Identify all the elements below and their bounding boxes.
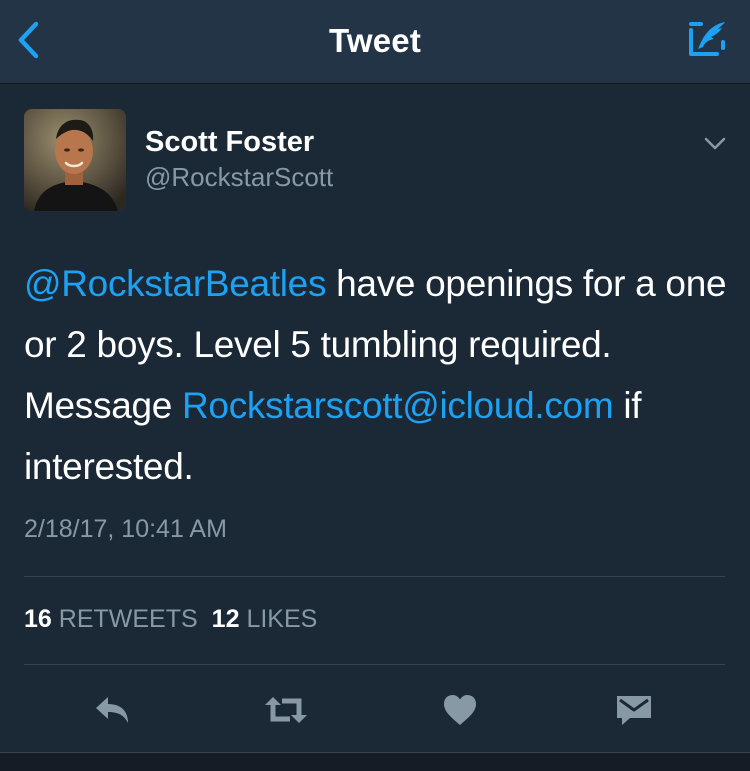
tweet-actions-bar	[0, 682, 750, 738]
likes-count: 12	[211, 605, 240, 633]
chevron-down-icon	[704, 137, 726, 150]
direct-message-button[interactable]	[606, 682, 662, 738]
compose-tweet-icon	[689, 22, 725, 56]
retweet-button[interactable]	[258, 682, 314, 738]
compose-tweet-button[interactable]	[684, 16, 732, 64]
direct-message-icon	[617, 696, 651, 725]
tweet-text: @RockstarBeatles have openings for a one…	[24, 253, 729, 497]
mention-link[interactable]: @RockstarBeatles	[24, 263, 326, 304]
retweets-label: RETWEETS	[58, 605, 198, 633]
author-name[interactable]: Scott Foster	[145, 126, 314, 159]
divider	[24, 664, 725, 665]
retweets-stat[interactable]: 16 RETWEETS	[24, 605, 198, 634]
retweet-icon	[265, 697, 307, 723]
divider	[24, 576, 725, 577]
retweets-count: 16	[24, 605, 52, 633]
avatar[interactable]	[24, 109, 126, 211]
navigation-bar: Tweet	[0, 0, 750, 84]
likes-stat[interactable]: 12 LIKES	[212, 605, 318, 634]
email-link[interactable]: Rockstarscott@icloud.com	[182, 385, 614, 426]
reply-icon	[96, 697, 128, 723]
reply-button[interactable]	[85, 682, 141, 738]
heart-icon	[444, 695, 476, 725]
author-handle[interactable]: @RockstarScott	[145, 162, 333, 193]
profile-photo	[24, 109, 126, 211]
likes-label: LIKES	[246, 605, 318, 633]
tweet-detail-screen: Tweet Scott Foster @RockstarScott @Rocks…	[0, 0, 750, 771]
tweet-stats: 16 RETWEETS 12 LIKES	[24, 605, 317, 634]
like-button[interactable]	[432, 682, 488, 738]
more-options-button[interactable]	[698, 130, 732, 158]
tweet-timestamp: 2/18/17, 10:41 AM	[24, 515, 227, 543]
page-title: Tweet	[328, 22, 422, 59]
bottom-bar	[0, 753, 750, 771]
